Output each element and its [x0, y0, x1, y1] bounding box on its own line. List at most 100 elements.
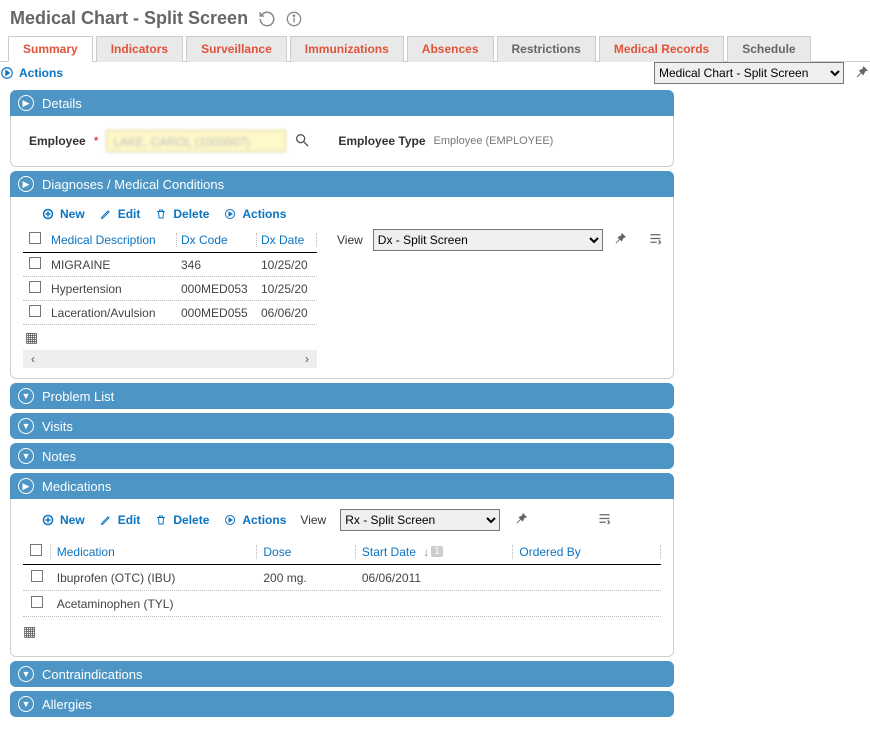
rx-medication: Acetaminophen (TYL)	[51, 597, 258, 611]
actions-label: Actions	[19, 66, 63, 80]
dx-actions-button[interactable]: Actions	[223, 207, 286, 221]
dx-description: Laceration/Avulsion	[47, 306, 177, 320]
rx-start-date: 06/06/2011	[356, 571, 513, 585]
rx-dose: 200 mg.	[257, 571, 356, 585]
rx-view-select[interactable]: Rx - Split Screen	[340, 509, 500, 531]
dx-view-label: View	[337, 233, 363, 247]
sort-index-badge: 1	[431, 546, 443, 557]
tab-surveillance[interactable]: Surveillance	[186, 36, 287, 62]
col-header-ordered-by[interactable]: Ordered By	[513, 545, 661, 559]
dx-date: 10/25/20	[257, 282, 317, 296]
expand-icon: ▶	[18, 176, 34, 192]
tab-summary[interactable]: Summary	[8, 36, 93, 62]
scroll-left-icon[interactable]: ‹	[31, 352, 35, 366]
table-row[interactable]: Ibuprofen (OTC) (IBU)200 mg.06/06/2011	[23, 565, 661, 591]
tab-restrictions[interactable]: Restrictions	[497, 36, 596, 62]
page-view-select[interactable]: Medical Chart - Split Screen	[654, 62, 844, 84]
col-header-start-date[interactable]: Start Date ↓1	[356, 545, 513, 559]
col-header-code[interactable]: Dx Code	[177, 233, 257, 247]
details-title: Details	[42, 96, 82, 111]
plus-icon	[41, 513, 55, 527]
dx-code: 000MED055	[177, 306, 257, 320]
dx-description: MIGRAINE	[47, 258, 177, 272]
plus-icon	[41, 207, 55, 221]
collapse-icon: ▼	[18, 388, 34, 404]
sort-desc-icon: ↓	[423, 545, 429, 559]
tab-bar: SummaryIndicatorsSurveillanceImmunizatio…	[0, 35, 870, 62]
pin-icon[interactable]	[854, 64, 870, 83]
horizontal-scrollbar[interactable]: ‹ ›	[23, 350, 317, 368]
actions-icon	[223, 207, 237, 221]
row-checkbox[interactable]	[31, 596, 43, 608]
rx-view-label: View	[300, 513, 326, 527]
row-checkbox[interactable]	[29, 281, 41, 293]
refresh-icon[interactable]	[258, 10, 276, 28]
employee-field[interactable]: LAKE, CAROL (1000007)	[106, 130, 286, 152]
dx-description: Hypertension	[47, 282, 177, 296]
table-row[interactable]: Laceration/Avulsion000MED05506/06/20	[23, 301, 317, 325]
dx-delete-button[interactable]: Delete	[154, 207, 209, 221]
row-checkbox[interactable]	[29, 305, 41, 317]
pin-icon[interactable]	[514, 511, 529, 529]
add-row-icon[interactable]: ▦	[23, 623, 36, 639]
notes-header[interactable]: ▼Notes	[10, 443, 674, 469]
row-checkbox[interactable]	[31, 570, 43, 582]
col-header-desc[interactable]: Medical Description	[47, 233, 177, 247]
pin-icon[interactable]	[613, 231, 628, 249]
row-checkbox[interactable]	[29, 257, 41, 269]
table-row[interactable]: Acetaminophen (TYL)	[23, 591, 661, 617]
page-title: Medical Chart - Split Screen	[10, 8, 248, 29]
dx-edit-button[interactable]: Edit	[99, 207, 141, 221]
list-settings-icon[interactable]	[648, 231, 663, 249]
required-marker: *	[94, 134, 99, 148]
select-all-checkbox[interactable]	[29, 232, 41, 244]
table-row[interactable]: Hypertension000MED05310/25/20	[23, 277, 317, 301]
details-header[interactable]: ▶ Details	[10, 90, 674, 116]
diagnoses-title: Diagnoses / Medical Conditions	[42, 177, 224, 192]
rx-delete-button[interactable]: Delete	[154, 513, 209, 527]
actions-icon	[0, 66, 14, 80]
collapse-icon: ▼	[18, 448, 34, 464]
scroll-right-icon[interactable]: ›	[305, 352, 309, 366]
collapse-icon: ▼	[18, 666, 34, 682]
add-row-icon[interactable]: ▦	[25, 329, 38, 345]
employee-type-value: Employee (EMPLOYEE)	[434, 135, 554, 147]
employee-label: Employee	[29, 134, 86, 148]
tab-indicators[interactable]: Indicators	[96, 36, 183, 62]
table-row[interactable]: MIGRAINE34610/25/20	[23, 253, 317, 277]
tab-medical-records[interactable]: Medical Records	[599, 36, 724, 62]
allergies-header[interactable]: ▼Allergies	[10, 691, 674, 717]
expand-icon: ▶	[18, 95, 34, 111]
diagnoses-grid: Medical Description Dx Code Dx Date MIGR…	[23, 227, 317, 368]
dx-view-select[interactable]: Dx - Split Screen	[373, 229, 603, 251]
rx-new-button[interactable]: New	[41, 513, 85, 527]
list-settings-icon[interactable]	[597, 511, 612, 529]
dx-code: 000MED053	[177, 282, 257, 296]
actions-icon	[223, 513, 237, 527]
col-header-date[interactable]: Dx Date	[257, 233, 317, 247]
tab-immunizations[interactable]: Immunizations	[290, 36, 404, 62]
tab-schedule[interactable]: Schedule	[727, 36, 810, 62]
actions-button[interactable]: Actions	[0, 66, 63, 80]
rx-edit-button[interactable]: Edit	[99, 513, 141, 527]
contraindications-header[interactable]: ▼Contraindications	[10, 661, 674, 687]
pencil-icon	[99, 513, 113, 527]
problem-list-header[interactable]: ▼Problem List	[10, 383, 674, 409]
rx-actions-button[interactable]: Actions	[223, 513, 286, 527]
visits-header[interactable]: ▼Visits	[10, 413, 674, 439]
collapse-icon: ▼	[18, 696, 34, 712]
collapse-icon: ▼	[18, 418, 34, 434]
dx-new-button[interactable]: New	[41, 207, 85, 221]
search-icon[interactable]	[294, 132, 310, 151]
info-icon[interactable]	[286, 11, 302, 27]
medications-header[interactable]: ▶ Medications	[10, 473, 674, 499]
tab-absences[interactable]: Absences	[407, 36, 494, 62]
employee-type-label: Employee Type	[338, 134, 425, 148]
dx-code: 346	[177, 258, 257, 272]
medications-grid: Medication Dose Start Date ↓1 Ordered By…	[23, 539, 661, 617]
col-header-medication[interactable]: Medication	[51, 545, 258, 559]
dx-date: 06/06/20	[257, 306, 317, 320]
diagnoses-header[interactable]: ▶ Diagnoses / Medical Conditions	[10, 171, 674, 197]
select-all-checkbox[interactable]	[30, 544, 42, 556]
col-header-dose[interactable]: Dose	[257, 545, 356, 559]
